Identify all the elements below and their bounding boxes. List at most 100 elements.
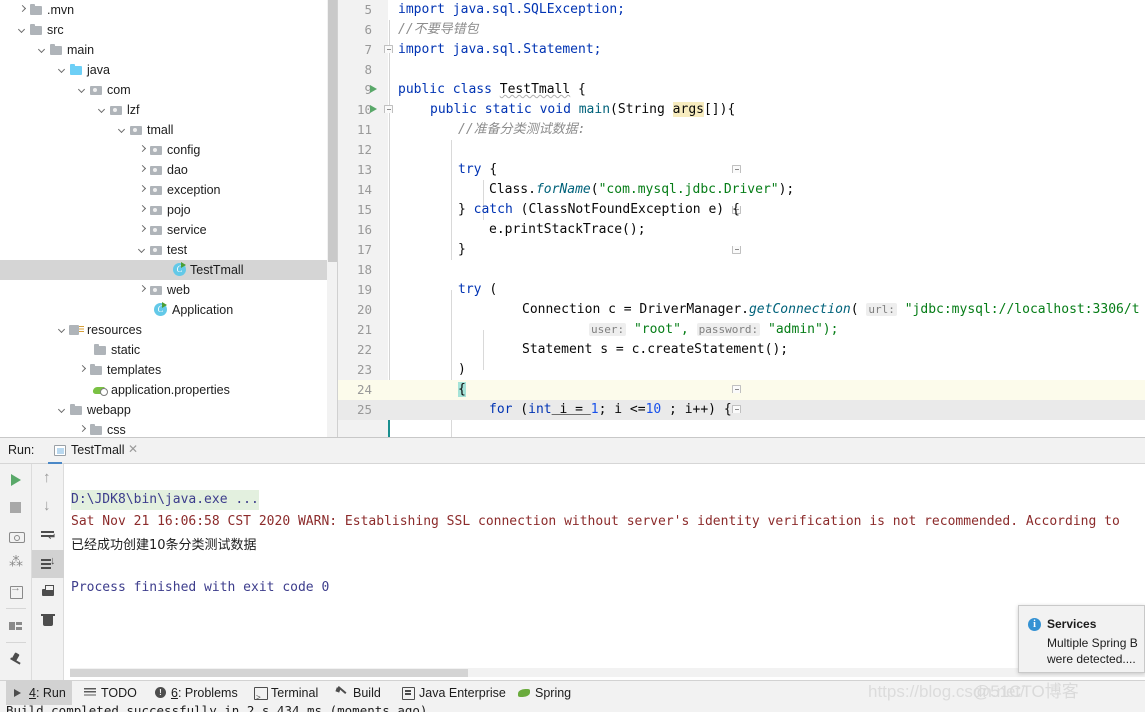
code-line-22[interactable]: 22 Statement s = c.createStatement(); — [338, 340, 1145, 360]
chevron-right-icon[interactable] — [78, 360, 89, 380]
tree-node-service[interactable]: service — [0, 220, 338, 240]
code-line-7[interactable]: 7 import java.sql.Statement; — [338, 40, 1145, 60]
fold-toggle-icon[interactable] — [384, 45, 393, 53]
code-editor[interactable]: 5 import java.sql.SQLException; 6 //不要导错… — [338, 0, 1145, 437]
statusbar-item-todo[interactable]: TODO — [78, 681, 143, 705]
scroll-to-end-button[interactable] — [32, 550, 64, 578]
statusbar-item-java-enterprise[interactable]: Java Enterprise — [396, 681, 512, 705]
run-gutter-icon[interactable] — [370, 105, 377, 113]
project-tool-window[interactable]: .mvn src main java com lzf tmall config … — [0, 0, 338, 437]
code-line-10[interactable]: 10 public static void main(String args[]… — [338, 100, 1145, 120]
rerun-button[interactable] — [0, 466, 32, 494]
console-scrollbar-thumb[interactable] — [70, 669, 468, 677]
layout-button[interactable] — [0, 612, 32, 640]
code-line-19[interactable]: 19 try ( — [338, 280, 1145, 300]
run-tool-window[interactable]: Run: TestTmall ✕ ⁂ → ↑ ↓ ↵ ↓ D:\JDK8\bin… — [0, 437, 1145, 681]
chevron-right-icon[interactable] — [138, 280, 149, 300]
code-line-18[interactable]: 18 — [338, 260, 1145, 280]
print-button[interactable] — [32, 578, 64, 606]
tree-node-templates[interactable]: templates — [0, 360, 338, 380]
console-output[interactable]: D:\JDK8\bin\java.exe ... Sat Nov 21 16:0… — [65, 464, 1145, 681]
chevron-right-icon[interactable] — [18, 0, 29, 20]
chevron-right-icon[interactable] — [138, 200, 149, 220]
close-icon[interactable]: ✕ — [128, 442, 138, 456]
code-line-21[interactable]: 21 user: "root", password: "admin"); — [338, 320, 1145, 340]
code-line-23[interactable]: 23 ) — [338, 360, 1145, 380]
stop-button[interactable] — [0, 494, 32, 522]
chevron-down-icon[interactable] — [18, 20, 29, 40]
code-line-25[interactable]: 25 for (int i = 1; i <=10 ; i++) { — [338, 400, 1145, 421]
chevron-down-icon[interactable] — [58, 60, 69, 80]
code-line-15[interactable]: 15 } catch (ClassNotFoundException e) { — [338, 200, 1145, 220]
tree-node-resources[interactable]: resources — [0, 320, 338, 340]
chevron-down-icon[interactable] — [58, 400, 69, 420]
tree-node-java[interactable]: java — [0, 60, 338, 80]
tree-node-application[interactable]: Application — [0, 300, 338, 320]
tree-node-com[interactable]: com — [0, 80, 338, 100]
tree-node-static[interactable]: static — [0, 340, 338, 360]
code-line-24[interactable]: 24 { — [338, 380, 1145, 437]
chevron-down-icon[interactable] — [118, 120, 129, 140]
down-the-stack-button[interactable] — [32, 494, 64, 522]
code-line-12[interactable]: 12 — [338, 140, 1145, 160]
code-line-13[interactable]: 13 try { — [338, 160, 1145, 180]
chevron-down-icon[interactable] — [138, 240, 149, 260]
soft-wrap-button[interactable] — [32, 522, 64, 550]
run-gutter-icon[interactable] — [370, 85, 377, 93]
tree-node-web[interactable]: web — [0, 280, 338, 300]
chevron-right-icon[interactable] — [138, 180, 149, 200]
tree-node-config[interactable]: config — [0, 140, 338, 160]
statusbar-item-terminal[interactable]: Terminal — [248, 681, 324, 710]
run-toolbar-console[interactable] — [32, 464, 64, 681]
statusbar-item-problems[interactable]: 6: Problems — [148, 681, 244, 705]
restore-layout-button[interactable] — [0, 550, 32, 578]
services-notification-balloon[interactable]: i Services Multiple Spring B were detect… — [1018, 605, 1145, 673]
tree-node-mvn[interactable]: .mvn — [0, 0, 338, 20]
chevron-down-icon[interactable] — [58, 320, 69, 340]
fold-toggle-icon[interactable] — [384, 105, 393, 113]
tree-node-lzf[interactable]: lzf — [0, 100, 338, 120]
statusbar-item-run[interactable]: 4: Run — [6, 681, 72, 705]
fold-toggle-icon[interactable] — [732, 405, 741, 413]
tree-node-main[interactable]: main — [0, 40, 338, 60]
statusbar-item-spring[interactable]: Spring — [512, 681, 577, 705]
tree-node-dao[interactable]: dao — [0, 160, 338, 180]
tree-node-pojo[interactable]: pojo — [0, 200, 338, 220]
chevron-down-icon[interactable] — [98, 100, 109, 120]
tree-node-test[interactable]: test — [0, 240, 338, 260]
dump-threads-button[interactable] — [0, 522, 32, 550]
code-line-6[interactable]: 6 //不要导错包 — [338, 20, 1145, 40]
pin-tab-button[interactable] — [0, 646, 32, 674]
tree-node-src[interactable]: src — [0, 20, 338, 40]
code-line-5[interactable]: 5 import java.sql.SQLException; — [338, 0, 1145, 20]
code-line-11[interactable]: 11 //准备分类测试数据: — [338, 120, 1145, 140]
chevron-down-icon[interactable] — [38, 40, 49, 60]
tree-node-css[interactable]: css — [0, 420, 338, 437]
export-button[interactable] — [0, 578, 32, 606]
chevron-right-icon[interactable] — [138, 140, 149, 160]
tree-scrollbar-thumb[interactable] — [328, 0, 337, 262]
clear-all-button[interactable] — [32, 606, 64, 634]
tree-node-tmall[interactable]: tmall — [0, 120, 338, 140]
fold-toggle-icon[interactable] — [732, 246, 741, 254]
code-line-17[interactable]: 17 } — [338, 240, 1145, 260]
statusbar-item-build[interactable]: Build — [330, 681, 387, 705]
run-tab-testtmall[interactable]: TestTmall ✕ — [48, 438, 138, 464]
code-line-20[interactable]: 20 Connection c = DriverManager.getConne… — [338, 300, 1145, 320]
fold-toggle-icon[interactable] — [732, 165, 741, 173]
tree-node-application-properties[interactable]: application.properties — [0, 380, 338, 400]
code-line-14[interactable]: 14 Class.forName("com.mysql.jdbc.Driver"… — [338, 180, 1145, 200]
code-line-16[interactable]: 16 e.printStackTrace(); — [338, 220, 1145, 240]
tree-node-exception[interactable]: exception — [0, 180, 338, 200]
chevron-right-icon[interactable] — [138, 160, 149, 180]
chevron-right-icon[interactable] — [78, 420, 89, 437]
code-line-8[interactable]: 8 — [338, 60, 1145, 80]
fold-toggle-icon[interactable] — [732, 385, 741, 393]
tree-node-webapp[interactable]: webapp — [0, 400, 338, 420]
tree-node-testtmall[interactable]: TestTmall — [0, 260, 338, 280]
chevron-right-icon[interactable] — [138, 220, 149, 240]
up-the-stack-button[interactable] — [32, 466, 64, 494]
chevron-down-icon[interactable] — [78, 80, 89, 100]
code-line-9[interactable]: 9 public class TestTmall { — [338, 80, 1145, 100]
run-toolbar-primary[interactable] — [0, 464, 32, 681]
